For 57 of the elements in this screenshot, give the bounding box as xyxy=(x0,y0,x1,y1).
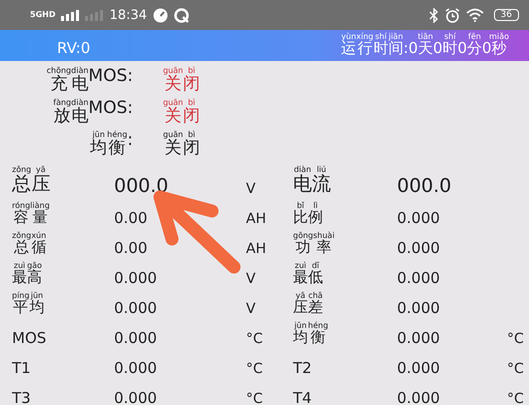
reading-label: 比 bǐ 例 lì xyxy=(293,201,324,227)
reading-value: 0.00 xyxy=(113,209,148,227)
reading-unit: °C xyxy=(507,391,524,405)
reading-label: 压 yā 差 chā xyxy=(293,291,324,317)
reading-value: 0.000 xyxy=(396,209,441,227)
reading-label: T2 xyxy=(293,359,313,377)
reading-value: 000.0 xyxy=(113,175,170,197)
reading-label: T4 xyxy=(293,389,313,405)
alarm-icon xyxy=(444,8,460,22)
reading-label: 总 zǒng 循 xún xyxy=(12,231,48,257)
reading-label: T1 xyxy=(12,359,32,377)
reading-value: 0.000 xyxy=(396,239,441,257)
battery-level: 36 xyxy=(494,9,519,21)
reading-label: 最 zuì 高 gāo xyxy=(12,261,43,287)
reading-unit: °C xyxy=(507,361,524,377)
reading-unit: °C xyxy=(246,361,263,377)
reading-value: 0.000 xyxy=(396,359,441,377)
reading-value: 0.000 xyxy=(396,299,441,317)
reading-value: 0.000 xyxy=(113,359,158,377)
wifi-icon xyxy=(466,8,484,22)
switch-status: 关 guān 闭 bì xyxy=(163,130,200,159)
switch-status: 关 guān 闭 bì xyxy=(163,66,200,95)
reading-value: 000.0 xyxy=(396,175,452,197)
reading-label: 最 zuì 低 dī xyxy=(293,261,324,287)
reading-unit: V xyxy=(246,301,256,317)
reading-unit: °C xyxy=(246,391,263,405)
reading-value: 0.000 xyxy=(113,299,158,317)
reading-label: 均 jūn 衡 héng xyxy=(293,321,330,347)
reading-value: 0.000 xyxy=(113,269,158,287)
switch-status: 关 guān 闭 bì xyxy=(163,98,200,127)
reading-value: 0.000 xyxy=(113,389,158,405)
reading-value: 0.000 xyxy=(396,329,441,347)
reading-unit: V xyxy=(246,181,256,197)
reading-label: 功 gōng 率 shuài xyxy=(293,231,336,257)
reading-unit: °C xyxy=(246,331,263,347)
reading-unit: AH xyxy=(246,241,266,257)
reading-label: MOS xyxy=(12,329,48,347)
signal-icon xyxy=(85,9,104,21)
reading-value: 0.000 xyxy=(113,329,158,347)
reading-label: 平 píng 均 jūn xyxy=(12,291,46,317)
reading-unit: V xyxy=(246,271,256,287)
rv-label: RV:0 xyxy=(57,39,92,59)
reading-label: 容 róng 量 liàng xyxy=(12,201,51,227)
reading-label: T3 xyxy=(12,389,32,405)
network-label: 5GHD xyxy=(30,10,56,20)
clock-time: 18:34 xyxy=(109,8,147,22)
runtime-label: 运 yùn 行 xíng 时 shí 间 jiān :0天 tiān 0时 shí 0分 fēn 0秒 miǎo xyxy=(341,32,509,59)
signal-icon xyxy=(61,9,80,21)
reading-label: 总 zǒng 压 yā xyxy=(12,165,52,197)
bluetooth-icon xyxy=(428,8,439,22)
reading-unit: AH xyxy=(246,211,266,227)
gauge-icon xyxy=(152,8,168,22)
reading-label: 电 diàn 流 liú xyxy=(293,165,332,197)
reading-value: 0.00 xyxy=(113,239,148,257)
reading-unit: °C xyxy=(507,331,524,347)
reading-value: 0.000 xyxy=(396,269,441,287)
reading-value: 0.000 xyxy=(396,389,441,405)
